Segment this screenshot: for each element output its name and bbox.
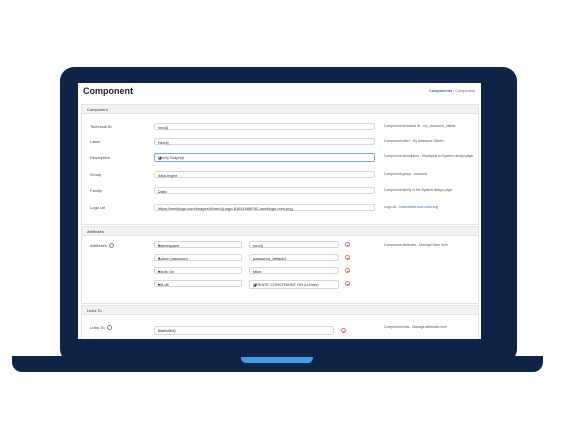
chevron-down-icon: ⌄: [158, 189, 162, 194]
label-input[interactable]: Neo4j: [154, 138, 375, 145]
links-help-link[interactable]: here: [440, 325, 447, 329]
description-help: Component description - Displayed on Sys…: [384, 154, 474, 158]
technical-id-input[interactable]: neo4j: [154, 123, 375, 130]
laptop-notch: [241, 357, 313, 363]
group-help: Component group - backend: [384, 172, 427, 176]
links-to-select[interactable]: RabbitMQ ⌄: [154, 326, 334, 335]
remove-attribute-icon[interactable]: [345, 281, 350, 286]
chevron-down-icon: ▾: [158, 256, 161, 261]
attributes-section-header: Attributes: [82, 227, 478, 236]
logo-url-help: Logo url - kubernetes-icon-color.svg: [384, 205, 438, 209]
app-screen: Component Components / Component Compone…: [78, 83, 481, 339]
attribute-value-input[interactable]: neo4j: [249, 241, 339, 248]
attributes-help-link[interactable]: here: [441, 243, 448, 247]
chevron-down-icon: ⌄: [158, 328, 162, 333]
group-label: Group: [90, 172, 102, 177]
logo-url-label: Logo Url: [90, 205, 106, 210]
group-input[interactable]: data-mgmt: [154, 171, 375, 178]
links-card: Links To Links To RabbitMQ ⌄ Component li…: [81, 305, 479, 339]
description-label: Description: [90, 155, 111, 160]
attributes-label: Attributes: [90, 243, 114, 249]
family-help: Component family in the System design pa…: [384, 188, 453, 192]
attribute-name-select[interactable]: Namespace ▾: [154, 241, 242, 248]
attributes-help: Component attributes - Manage them here: [384, 243, 448, 247]
component-section-header: Component: [82, 105, 478, 114]
technical-id-label: Technical ID: [90, 124, 112, 129]
family-label: Family: [90, 188, 102, 193]
family-select[interactable]: Data ⌄: [154, 187, 375, 194]
attributes-card: Attributes Attributes Component attribut…: [81, 226, 479, 304]
links-section-header: Links To: [82, 306, 478, 315]
chevron-down-icon: ▾: [158, 269, 161, 274]
resize-handle-icon[interactable]: ◢: [253, 282, 337, 288]
label-help: Component label - My Awesome Starter: [384, 139, 444, 143]
page-title: Component: [83, 86, 133, 96]
breadcrumb-current: Component: [455, 89, 475, 93]
remove-attribute-icon[interactable]: [345, 255, 350, 260]
chevron-down-icon: ▾: [158, 282, 161, 287]
info-icon[interactable]: [106, 325, 112, 331]
label-label: Label: [90, 139, 100, 144]
attribute-name-select[interactable]: Initdb On ▾: [154, 267, 242, 274]
links-to-label: Links To: [90, 325, 112, 331]
attribute-name-select[interactable]: Admin password ▾: [154, 254, 242, 261]
attribute-value-input[interactable]: password_default1: [249, 254, 339, 261]
attribute-value-input[interactable]: false: [249, 267, 339, 274]
logo-url-help-link[interactable]: kubernetes-icon-color.svg: [399, 205, 438, 209]
remove-link-icon[interactable]: [341, 328, 346, 333]
info-icon[interactable]: [108, 243, 114, 249]
technical-id-help: Component technical ID - my_awesome_star…: [384, 124, 456, 128]
remove-attribute-icon[interactable]: [345, 242, 350, 247]
breadcrumb: Components / Component: [429, 89, 475, 93]
breadcrumb-components-link[interactable]: Components: [429, 89, 452, 93]
resize-handle-icon[interactable]: ◢: [158, 155, 373, 161]
attribute-name-select[interactable]: init-db ▾: [154, 280, 242, 287]
component-card: Component Technical ID neo4j Component t…: [81, 104, 479, 225]
remove-attribute-icon[interactable]: [345, 268, 350, 273]
attribute-value-textarea[interactable]: CREATE CONSTRAINT ON (u:User) ◢: [249, 280, 339, 289]
chevron-down-icon: ▾: [158, 243, 161, 248]
description-textarea[interactable]: Neo4j Graphql ◢: [154, 153, 375, 162]
links-help: Component links - Manage attributes here: [384, 325, 448, 329]
logo-url-input[interactable]: https://seeklogo.com/images/N/neo4j-logo…: [154, 204, 375, 211]
